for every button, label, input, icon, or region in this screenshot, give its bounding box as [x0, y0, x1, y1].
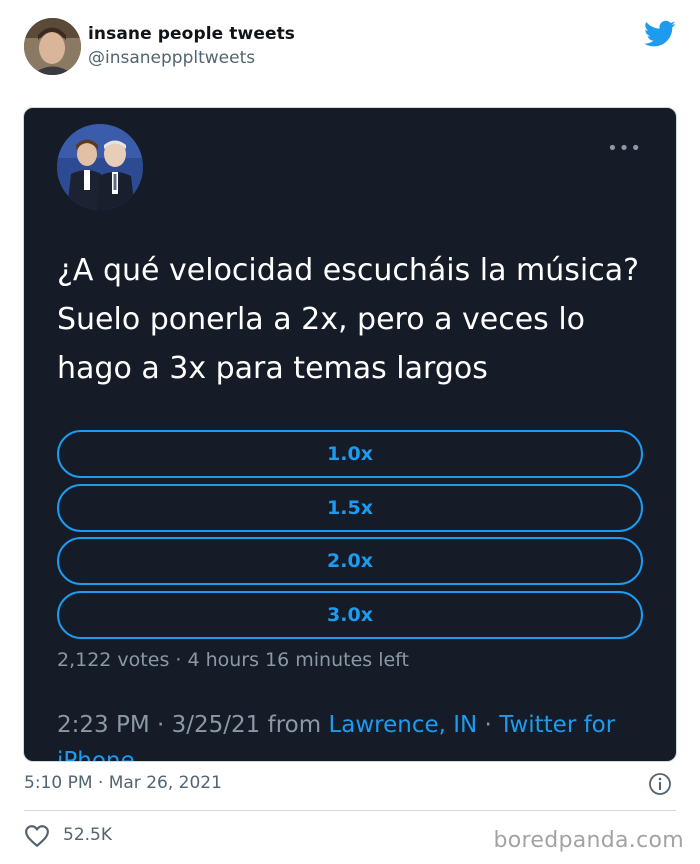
source-link-overflow[interactable]: iPhone	[57, 748, 135, 761]
watermark: boredpanda.com	[493, 828, 684, 853]
meta-separator: ·	[477, 712, 500, 738]
tweet-timestamp[interactable]: 5:10 PM · Mar 26, 2021	[24, 773, 222, 793]
embedded-tweet-meta: 2:23 PM · 3/25/21 from Lawrence, IN · Tw…	[57, 712, 657, 738]
info-icon[interactable]	[648, 772, 672, 796]
like-count: 52.5K	[63, 825, 112, 845]
embedded-author-avatar	[57, 124, 143, 210]
heart-icon[interactable]	[24, 824, 50, 848]
poll-option-4[interactable]: 3.0x	[57, 590, 643, 639]
source-link[interactable]: Twitter for	[499, 712, 615, 738]
author-name[interactable]: insane people tweets	[88, 24, 295, 44]
location-link[interactable]: Lawrence, IN	[328, 712, 477, 738]
poll-option-3[interactable]: 2.0x	[57, 537, 643, 585]
poll-option-1[interactable]: 1.0x	[57, 430, 643, 478]
more-dots-icon[interactable]: •••	[607, 140, 642, 158]
poll: 1.0x 1.5x 2.0x 3.0x	[57, 430, 643, 644]
poll-meta: 2,122 votes · 4 hours 16 minutes left	[57, 649, 409, 671]
embedded-tweet-text: ¿A qué velocidad escucháis la música? Su…	[57, 253, 640, 386]
divider	[24, 810, 676, 811]
embedded-tweet-screenshot: ••• ¿A qué velocidad escucháis la música…	[23, 107, 677, 762]
author-avatar[interactable]	[24, 18, 81, 75]
author-handle[interactable]: @insanepppltweets	[88, 48, 255, 68]
from-label: from	[260, 712, 329, 738]
tweet-header: insane people tweets @insanepppltweets	[24, 18, 676, 78]
poll-option-2[interactable]: 1.5x	[57, 483, 643, 532]
twitter-bird-icon[interactable]	[644, 20, 676, 48]
embedded-tweet-time: 2:23 PM · 3/25/21	[57, 712, 261, 738]
